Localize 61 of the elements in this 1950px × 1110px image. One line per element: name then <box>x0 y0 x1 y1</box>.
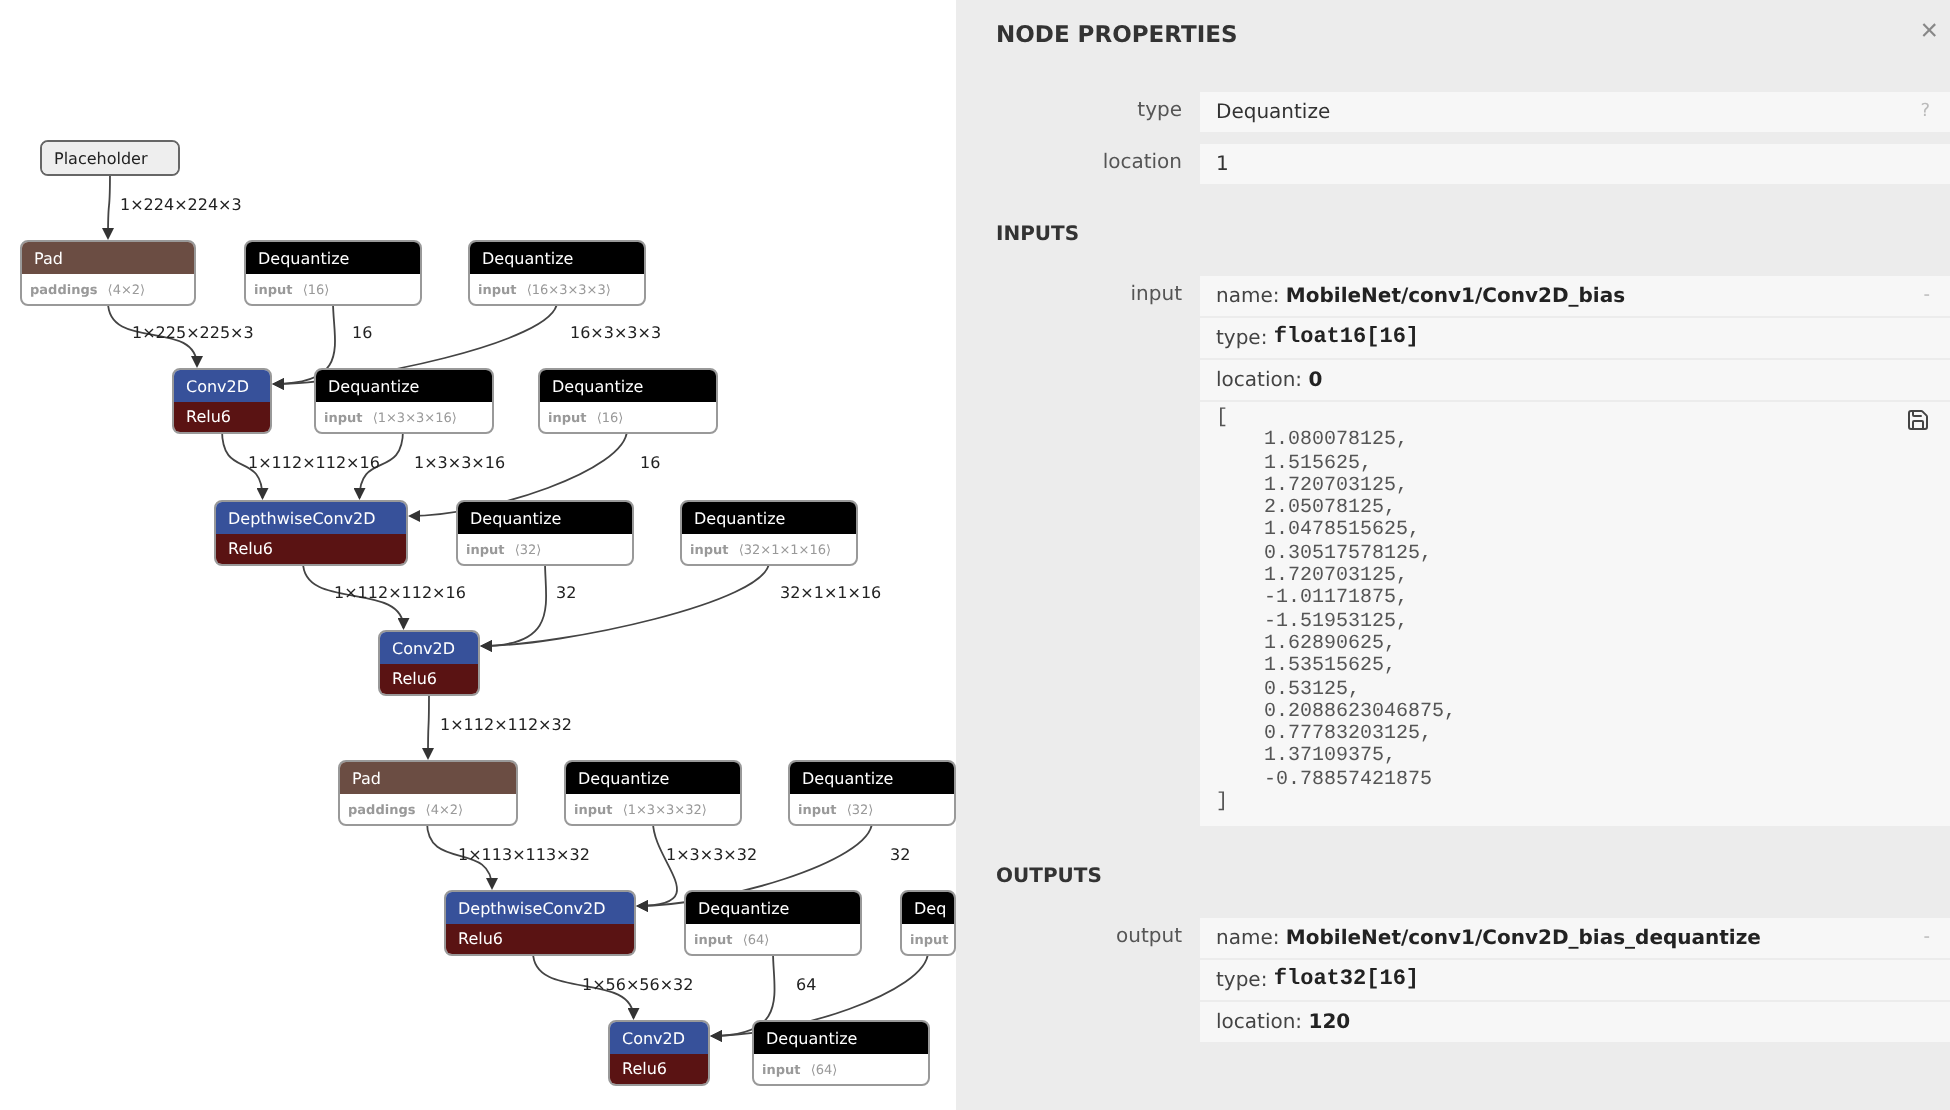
graph-node[interactable]: Placeholder <box>40 140 180 176</box>
tensor-shape-label: 32 <box>890 846 911 864</box>
tensor-shape-label: 32 <box>556 584 577 602</box>
node-title: Deq <box>902 892 954 924</box>
tensor-shape-label: 1×3×3×16 <box>414 454 506 472</box>
graph-node[interactable]: Conv2D Relu6 <box>172 368 272 434</box>
property-value: Dequantize ? <box>1214 99 1932 127</box>
node-title: Pad <box>22 242 194 274</box>
tensor-shape-label: 16×3×3×3 <box>570 324 662 342</box>
panel-title: NODE PROPERTIES <box>996 20 1238 48</box>
tensor-shape-label: 16 <box>640 454 661 472</box>
tensor-shape-label: 32×1×1×16 <box>780 584 882 602</box>
node-activation: Relu6 <box>446 924 634 954</box>
node-title: DepthwiseConv2D <box>446 892 634 924</box>
tensor-shape-label: 1×224×224×3 <box>120 196 242 214</box>
node-title: Conv2D <box>380 632 478 664</box>
argument-location: location: 0 <box>1200 358 1950 400</box>
argument-type: type: float32[16] <box>1200 958 1950 1001</box>
graph-node[interactable]: DepthwiseConv2D Relu6 <box>444 890 636 956</box>
argument-location: location: 120 <box>1200 1000 1950 1043</box>
section-title: OUTPUTS <box>996 866 1104 893</box>
tensor-shape-label: 1×113×113×32 <box>458 846 590 864</box>
argument-type: type: float16[16] <box>1200 316 1950 358</box>
node-title: Dequantize <box>790 762 954 794</box>
node-title: Conv2D <box>174 370 270 402</box>
tensor-shape-label: 64 <box>796 976 817 994</box>
node-title: Dequantize <box>246 242 420 274</box>
node-title: Dequantize <box>682 502 856 534</box>
node-activation: Relu6 <box>380 664 478 694</box>
tensor-shape-label: 1×56×56×32 <box>582 976 694 994</box>
argument-label: output <box>1114 924 1184 953</box>
node-title: Conv2D <box>610 1022 708 1054</box>
tensor-shape-label: 1×112×112×16 <box>334 584 466 602</box>
argument-name: name: MobileNet/conv1/Conv2D_bias_dequantize <box>1214 925 1763 954</box>
tensor-shape-label: 1×112×112×16 <box>248 454 380 472</box>
node-title: Dequantize <box>566 762 740 794</box>
property-value: 1 <box>1214 151 1231 179</box>
node-title: Dequantize <box>458 502 632 534</box>
argument-label: input <box>1128 282 1184 310</box>
node-title: DepthwiseConv2D <box>216 502 406 534</box>
graph-node[interactable]: Conv2D Relu6 <box>608 1020 710 1086</box>
section-title: INPUTS <box>996 224 1082 250</box>
property-label: type <box>1135 98 1184 126</box>
tensor-shape-label: 1×112×112×32 <box>440 716 572 734</box>
graph-node[interactable]: DepthwiseConv2D Relu6 <box>214 500 408 566</box>
node-title: Dequantize <box>540 370 716 402</box>
tensor-values: [ 1.080078125, 1.515625, 1.720703125, 2.05078125, 1.0478515625, 0.30517578125, 1.720703125, -1.01171875, -1.51953125, 1.62890625, 1.53515625, 0.53125, 0.2088623046875, 0.77783203125, 1.37109375, -0.78857421875 ] <box>1216 408 1457 815</box>
node-activation: Relu6 <box>216 534 406 564</box>
tensor-shape-label: 1×225×225×3 <box>132 324 254 342</box>
graph-node[interactable]: Conv2D Relu6 <box>378 630 480 696</box>
tensor-shape-label: 16 <box>352 324 373 342</box>
argument-name: name: MobileNet/conv1/Conv2D_bias <box>1214 283 1628 311</box>
node-title: Dequantize <box>754 1022 928 1054</box>
node-activation: Relu6 <box>610 1054 708 1084</box>
tensor-shape-label: 1×3×3×32 <box>666 846 758 864</box>
node-activation: Relu6 <box>174 402 270 432</box>
node-title: Pad <box>340 762 516 794</box>
property-label: location <box>1100 150 1184 178</box>
node-title: Dequantize <box>470 242 644 274</box>
node-title: Dequantize <box>686 892 860 924</box>
node-title: Dequantize <box>316 370 492 402</box>
